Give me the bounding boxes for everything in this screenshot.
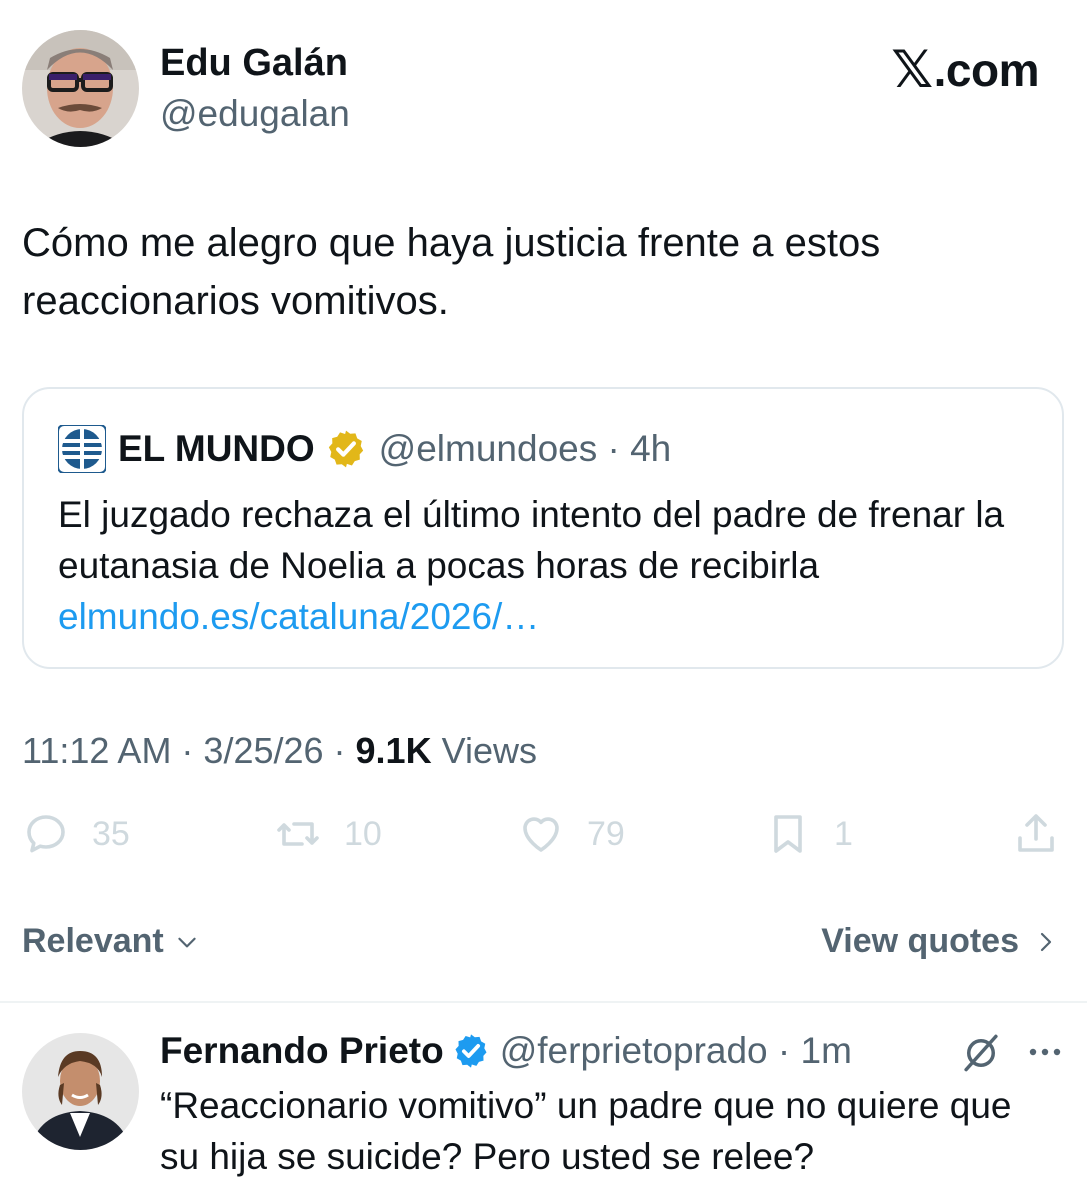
like-count: 79: [587, 814, 625, 853]
tweet-text: Cómo me alegro que haya justicia frente …: [22, 221, 881, 323]
author-avatar[interactable]: [22, 30, 139, 147]
heart-icon: [523, 817, 559, 852]
reply-count: 35: [92, 814, 130, 853]
quoted-source-handle: @elmundoes · 4h: [378, 428, 672, 469]
reply-icon: [27, 815, 65, 853]
views-label: Views: [431, 730, 537, 771]
repost-button[interactable]: 10: [274, 810, 382, 858]
tweet-timestamp[interactable]: 11:12 AM · 3/25/26 ·: [22, 730, 356, 771]
quoted-source-name[interactable]: EL MUNDO: [118, 428, 315, 470]
chevron-right-icon: [1040, 932, 1052, 951]
author-handle[interactable]: @edugalan: [160, 93, 350, 135]
view-quotes-label: View quotes: [821, 922, 1019, 960]
reply-author-avatar[interactable]: [22, 1033, 139, 1150]
tweet-action-bar: 35 10 79 1: [22, 810, 1065, 866]
sort-replies-dropdown[interactable]: Relevant: [22, 922, 200, 961]
quoted-tweet-text: El juzgado rechaza el último intento del…: [58, 494, 1005, 586]
view-quotes-link[interactable]: View quotes: [821, 922, 1057, 961]
quoted-tweet-header: EL MUNDO @elmundoes · 4h: [58, 425, 672, 473]
repost-count: 10: [344, 814, 382, 853]
grok-icon[interactable]: [960, 1032, 1002, 1074]
views-count: 9.1K: [355, 730, 432, 771]
sort-label: Relevant: [22, 922, 164, 960]
verified-gold-badge-icon: [328, 430, 363, 468]
share-button[interactable]: [1012, 810, 1060, 858]
x-logo-text: .com: [933, 44, 1040, 96]
verified-blue-badge-icon: [455, 1034, 487, 1068]
quoted-tweet-card[interactable]: EL MUNDO @elmundoes · 4h El juzgado rech…: [22, 387, 1064, 669]
author-name[interactable]: Edu Galán: [160, 42, 348, 85]
bookmark-button[interactable]: 1: [764, 810, 853, 858]
x-mark-icon: 𝕏: [891, 40, 933, 100]
tweet-meta: 11:12 AM · 3/25/26 · 9.1K Views: [22, 730, 537, 772]
quoted-tweet-body: El juzgado rechaza el último intento del…: [58, 489, 1048, 642]
reply-author-name[interactable]: Fernando Prieto: [160, 1030, 444, 1072]
bookmark-icon: [774, 815, 802, 853]
el-mundo-logo-icon: [58, 425, 106, 473]
more-options-icon[interactable]: [1025, 1042, 1065, 1062]
section-divider: [0, 1001, 1087, 1003]
reply-author-handle: @ferprietoprado · 1m: [499, 1030, 852, 1071]
x-logo: 𝕏 .com: [891, 40, 1039, 100]
bookmark-count: 1: [834, 814, 853, 853]
like-button[interactable]: 79: [517, 810, 625, 858]
reply-header: Fernando Prieto @ferprietoprado · 1m: [160, 1028, 852, 1074]
repost-icon: [277, 822, 319, 846]
reply-text: “Reaccionario vomitivo” un padre que no …: [160, 1085, 1012, 1177]
share-icon: [1018, 814, 1054, 852]
chevron-down-icon: [178, 937, 196, 947]
quoted-tweet-link[interactable]: elmundo.es/cataluna/2026/…: [58, 591, 1048, 642]
reply-button[interactable]: 35: [22, 810, 130, 858]
